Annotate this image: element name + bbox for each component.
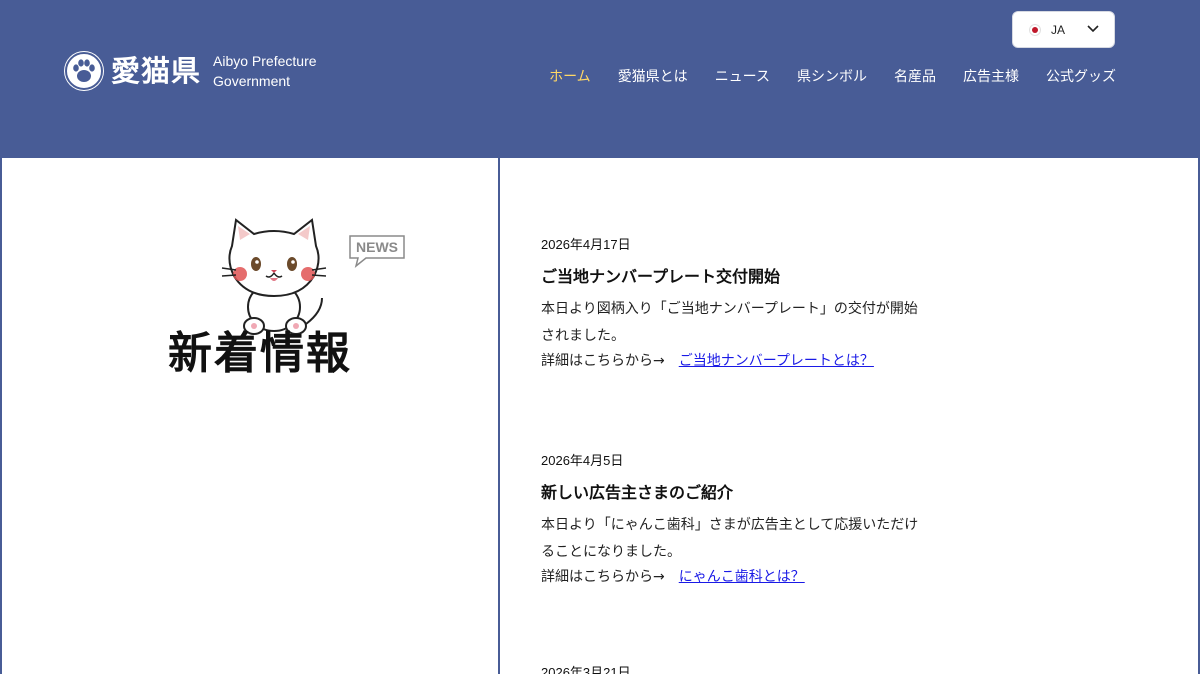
nav-products[interactable]: 名産品 (894, 67, 936, 87)
main-nav: ホーム 愛猫県とは ニュース 県シンボル 名産品 広告主様 公式グッズ (522, 67, 1116, 87)
logo-english-line1: Aibyo Prefecture (213, 53, 317, 69)
news-detail: 詳細はこちらから→ ご当地ナンバープレートとは？ (541, 350, 961, 372)
logo-english: Aibyo Prefecture Government (213, 51, 317, 91)
news-date: 2026年4月5日 (541, 453, 624, 468)
japan-flag-icon (1029, 23, 1041, 36)
nav-symbols[interactable]: 県シンボル (797, 67, 867, 87)
news-link[interactable]: ご当地ナンバープレートとは？ (679, 353, 874, 369)
news-link[interactable]: にゃんこ歯科とは？ (679, 569, 805, 585)
news-body-line: 本日より図柄入り「ご当地ナンバープレート」の交付が開始 (541, 301, 918, 317)
news-body-line: 本日より「にゃんこ歯科」さまが広告主として応援いただけ (541, 517, 919, 533)
nav-sponsors[interactable]: 広告主様 (963, 67, 1019, 87)
content-frame: 2026年4月17日 ご当地ナンバープレート交付開始 本日より図柄入り「ご当地ナ… (0, 158, 1200, 674)
nav-news[interactable]: ニュース (715, 67, 770, 87)
paw-icon (64, 51, 104, 91)
site-logo[interactable]: 愛猫県 Aibyo Prefecture Government (64, 51, 317, 91)
news-bubble-label: NEWS (356, 239, 398, 255)
news-body-line: されました。 (541, 328, 625, 344)
page-title: 新着情報 (168, 328, 352, 379)
news-title: 新しい広告主さまのご紹介 (541, 483, 734, 502)
chevron-down-icon (1087, 25, 1099, 33)
news-body: 本日より図柄入り「ご当地ナンバープレート」の交付が開始 されました。 (541, 296, 961, 350)
news-detail: 詳細はこちらから→ にゃんこ歯科とは？ (541, 566, 961, 588)
logo-english-line2: Government (213, 73, 291, 89)
language-select[interactable]: JA (1012, 11, 1115, 48)
language-code: JA (1051, 22, 1066, 37)
news-date: 2026年3月21日 (541, 665, 631, 674)
logo-kanji: 愛猫県 (111, 54, 202, 88)
news-item: 2026年4月5日 新しい広告主さまのご紹介 本日より「にゃんこ歯科」さまが広告… (541, 452, 961, 588)
news-title: ご当地ナンバープレート交付開始 (541, 267, 781, 286)
news-body-line: ることになりました。 (541, 544, 681, 560)
column-divider (498, 158, 500, 674)
detail-prefix: 詳細はこちらから→ (541, 353, 665, 369)
nav-about[interactable]: 愛猫県とは (618, 67, 688, 87)
detail-prefix: 詳細はこちらから→ (541, 569, 665, 585)
site-header: 愛猫県 Aibyo Prefecture Government JA ホーム 愛… (0, 0, 1200, 158)
news-date: 2026年4月17日 (541, 237, 631, 252)
nav-goods[interactable]: 公式グッズ (1046, 67, 1116, 87)
nav-home[interactable]: ホーム (549, 67, 591, 87)
news-body: 本日より「にゃんこ歯科」さまが広告主として応援いただけ ることになりました。 (541, 512, 961, 566)
news-item: 2026年4月17日 ご当地ナンバープレート交付開始 本日より図柄入り「ご当地ナ… (541, 236, 961, 372)
news-item: 2026年3月21日 (541, 664, 961, 674)
